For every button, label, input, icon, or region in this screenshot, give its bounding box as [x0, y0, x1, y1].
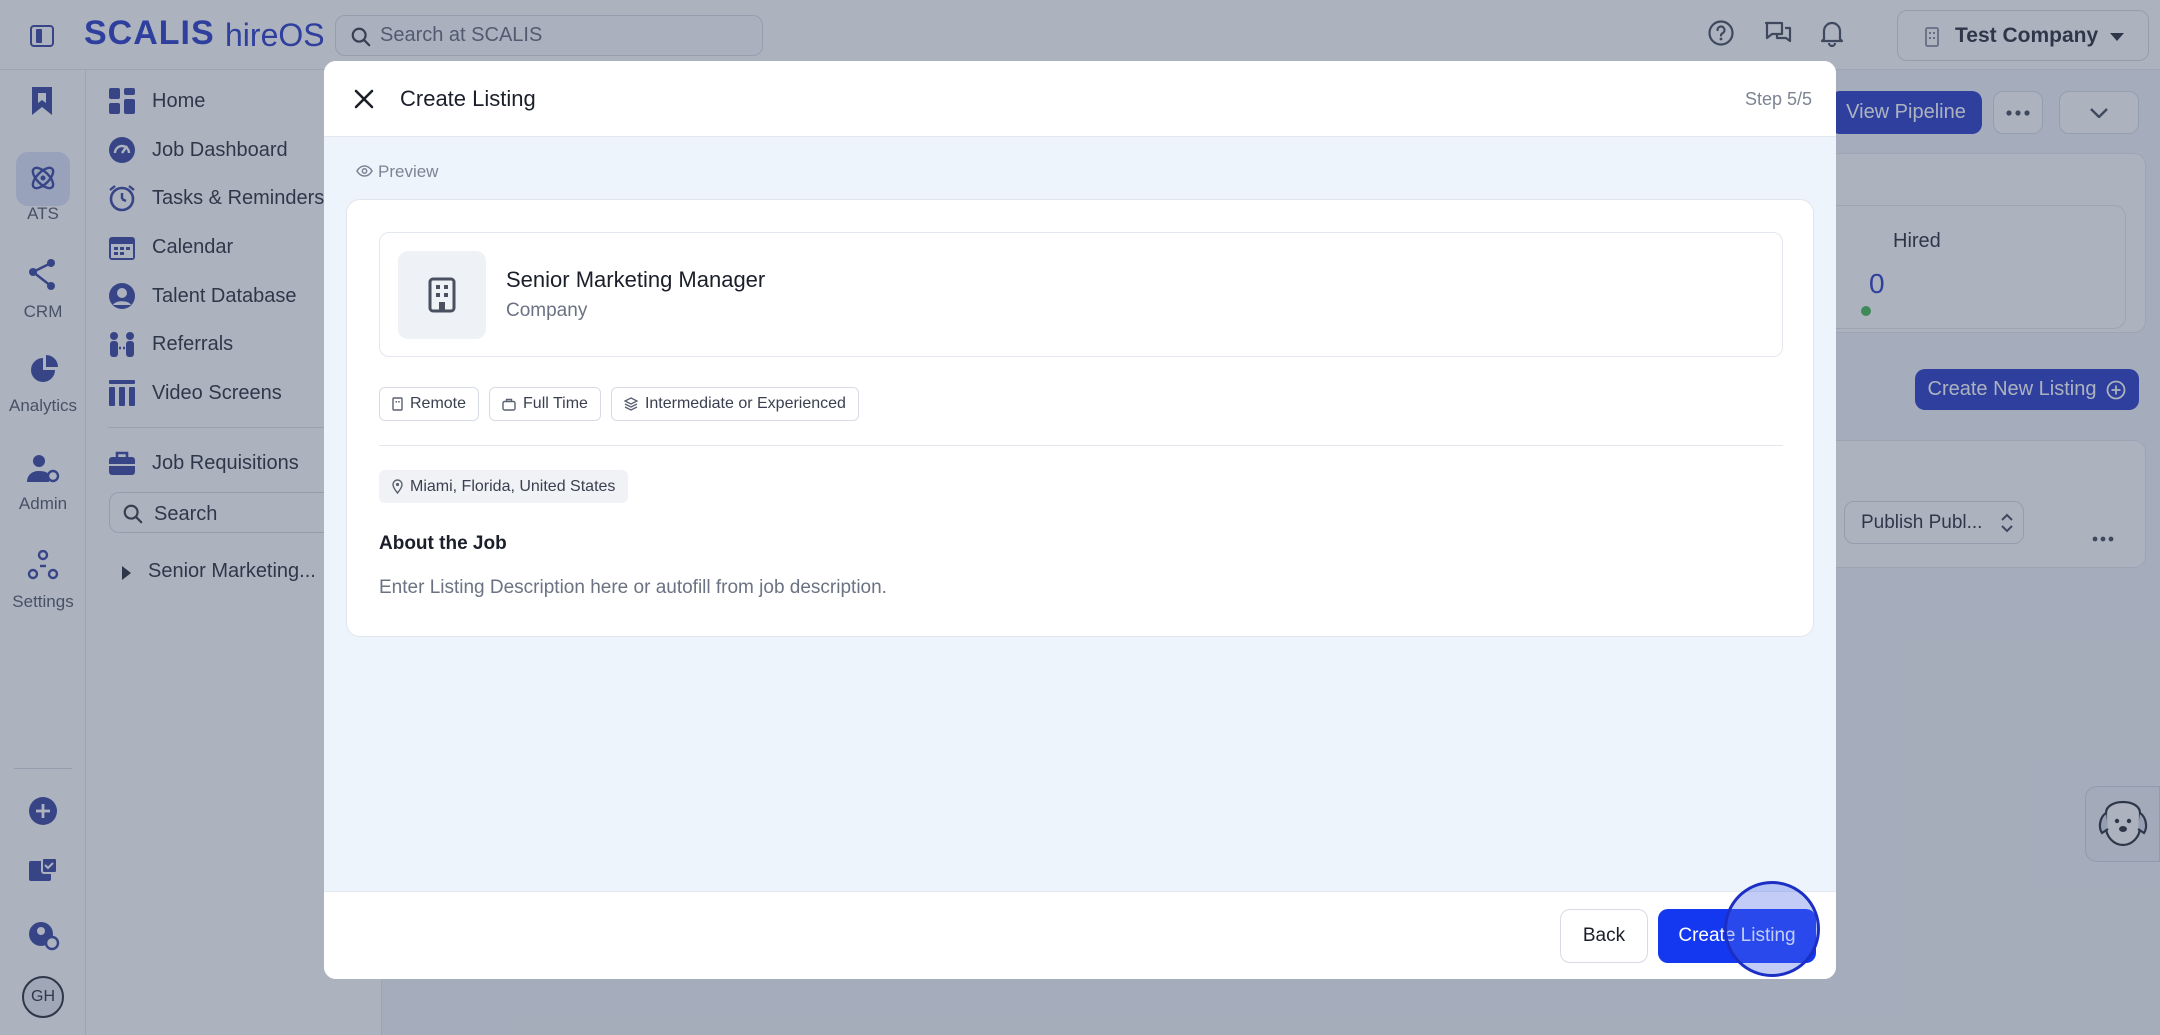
briefcase-icon — [502, 398, 516, 411]
job-tags: Remote Full Time Intermediate or Experie… — [379, 387, 859, 421]
preview-label: Preview — [356, 162, 438, 182]
job-title: Senior Marketing Manager — [506, 267, 766, 292]
location-badge: Miami, Florida, United States — [379, 470, 629, 503]
building-icon — [392, 397, 403, 411]
back-button[interactable]: Back — [1560, 909, 1648, 963]
create-listing-modal: Create Listing Step 5/5 Preview Senior M… — [324, 61, 1836, 979]
building-icon — [428, 277, 456, 313]
tag-remote: Remote — [379, 387, 480, 421]
step-indicator: Step 5/5 — [1744, 89, 1812, 109]
tag-experience: Intermediate or Experienced — [610, 387, 859, 421]
layers-icon — [623, 397, 638, 411]
tag-full-time: Full Time — [489, 387, 601, 421]
job-company: Company — [506, 300, 588, 321]
modal-footer: Back Create Listing — [324, 891, 1836, 979]
listing-preview-card: Senior Marketing Manager Company Remote … — [346, 199, 1814, 637]
close-icon[interactable] — [352, 87, 376, 111]
job-header: Senior Marketing Manager Company — [379, 232, 1783, 357]
create-listing-button[interactable]: Create Listing — [1658, 909, 1816, 963]
map-pin-icon — [392, 479, 403, 494]
about-heading: About the Job — [379, 533, 507, 554]
company-logo-placeholder — [398, 251, 486, 339]
modal-header: Create Listing Step 5/5 — [324, 61, 1836, 137]
card-divider — [379, 445, 1783, 446]
eye-icon — [356, 165, 373, 177]
modal-title: Create Listing — [400, 86, 536, 111]
listing-description[interactable]: Enter Listing Description here or autofi… — [379, 577, 887, 599]
